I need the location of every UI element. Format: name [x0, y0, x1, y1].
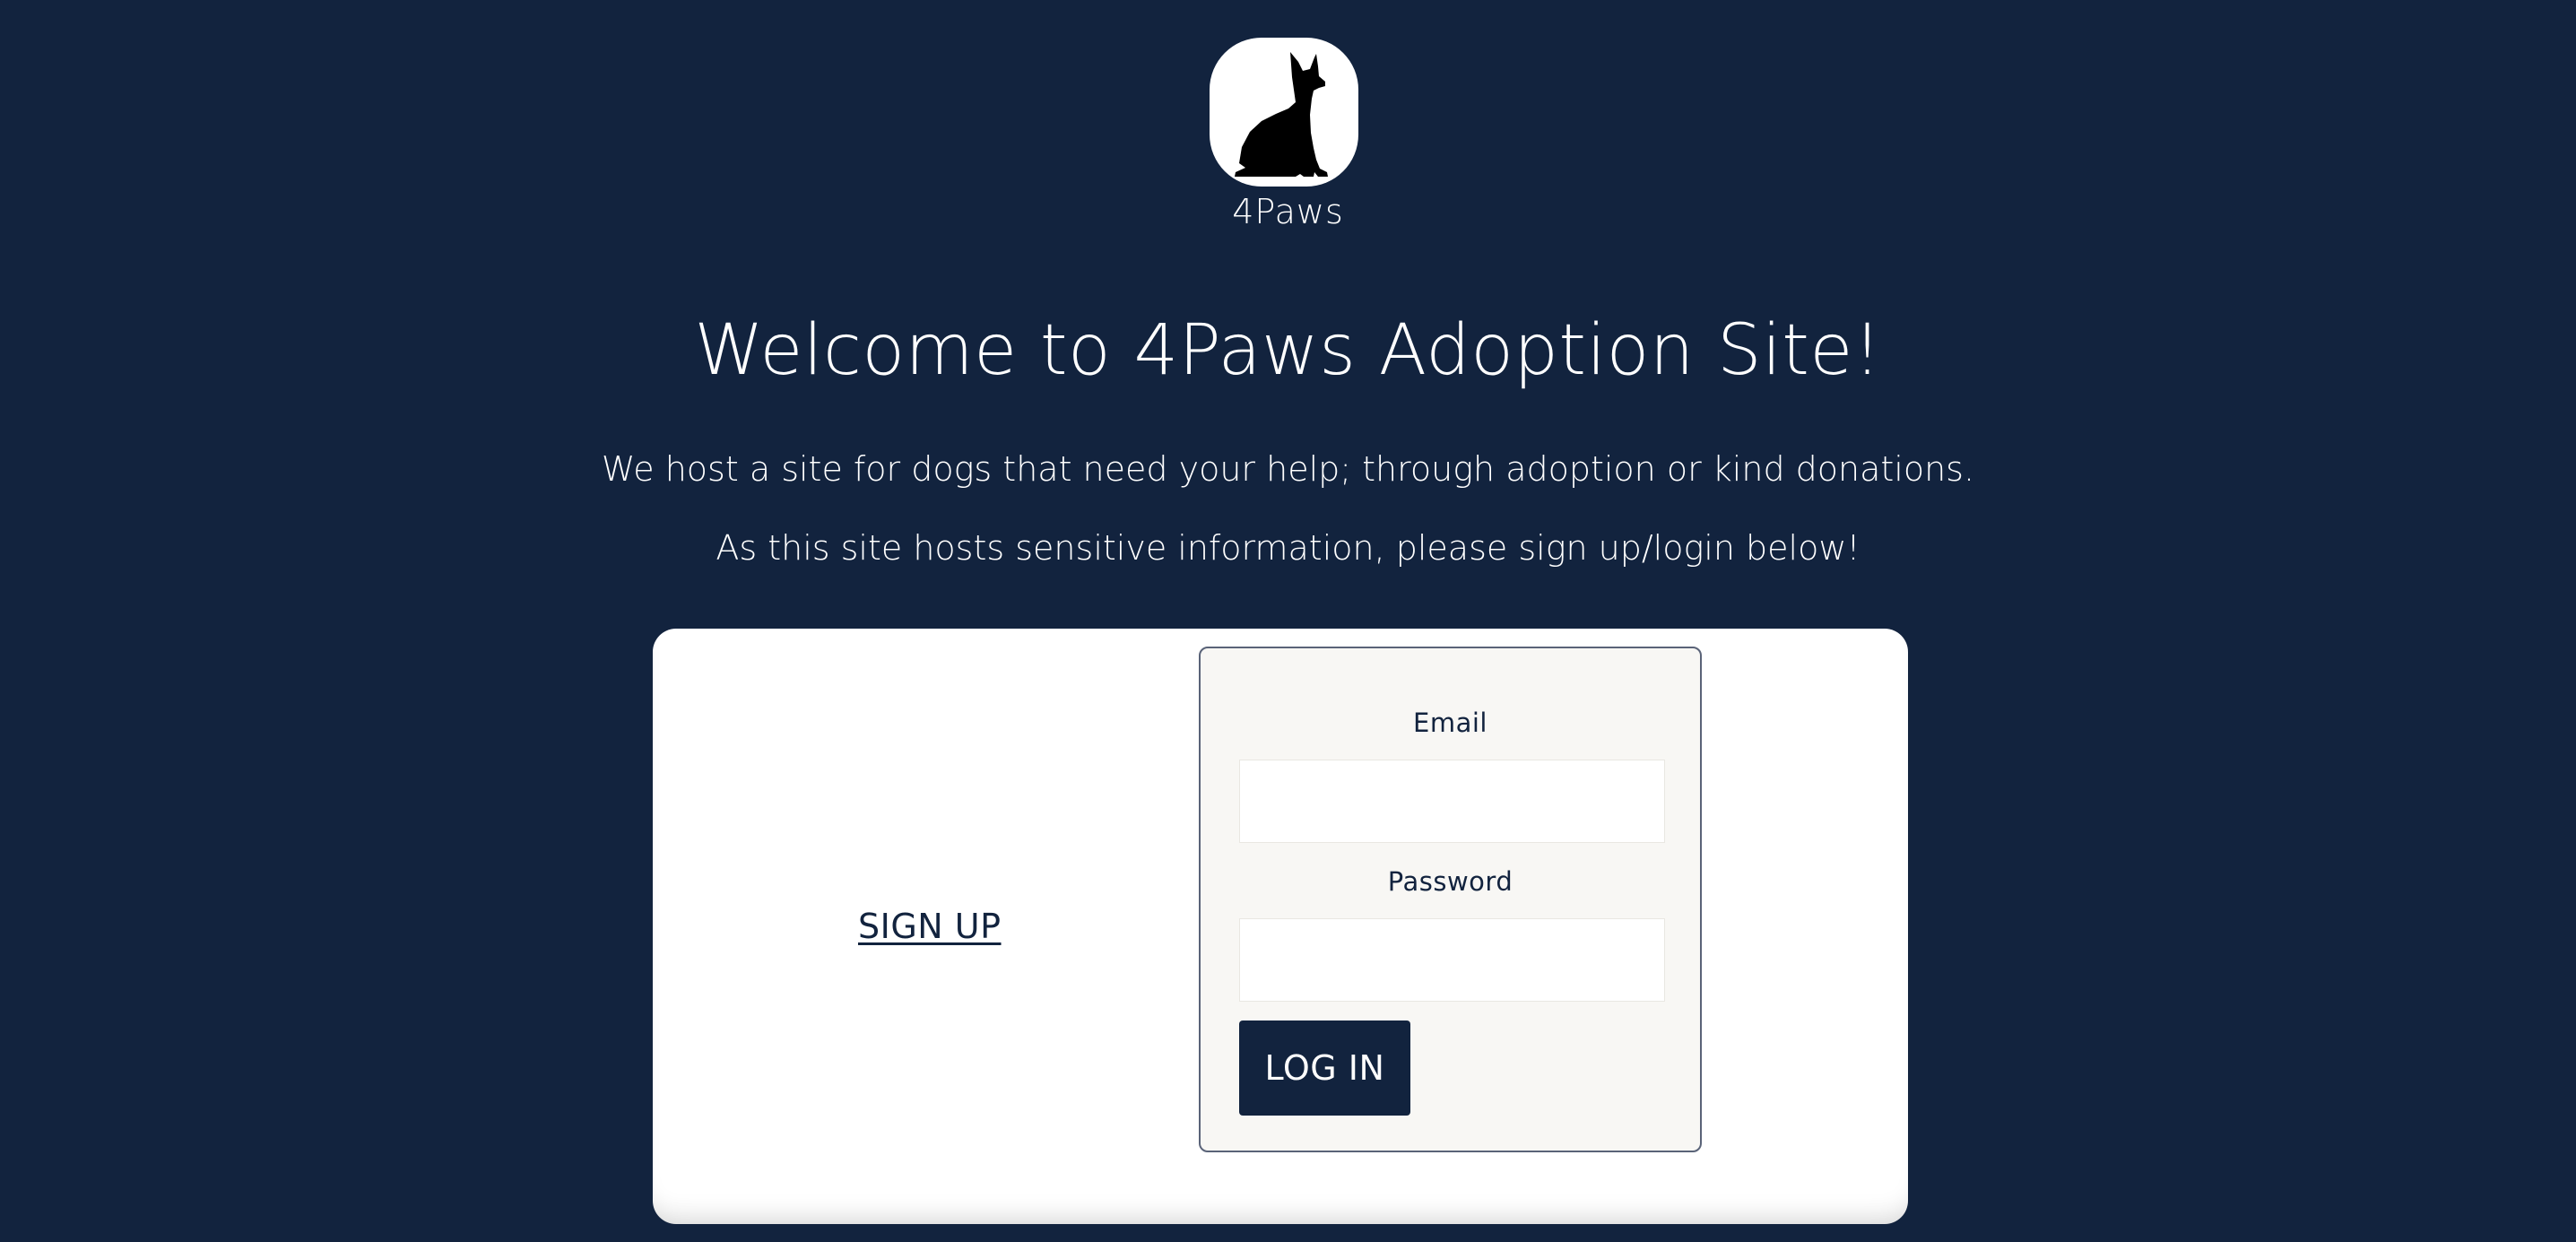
page-title: Welcome to 4Paws Adoption Site! [694, 310, 1882, 391]
log-in-button[interactable]: LOG IN [1239, 1021, 1410, 1116]
email-field[interactable] [1239, 760, 1665, 843]
sitting-dog-icon [1235, 52, 1328, 177]
password-label: Password [1387, 866, 1514, 897]
login-form: Email Password LOG IN [1199, 647, 1702, 1152]
login-prompt-text: As this site hosts sensitive information… [716, 528, 1860, 568]
logo [1210, 38, 1358, 187]
email-label: Email [1413, 708, 1487, 738]
brand-name: 4Paws [1232, 192, 1344, 231]
password-field[interactable] [1239, 918, 1665, 1002]
sign-up-link[interactable]: SIGN UP [858, 907, 1002, 946]
intro-text: We host a site for dogs that need your h… [601, 449, 1975, 489]
